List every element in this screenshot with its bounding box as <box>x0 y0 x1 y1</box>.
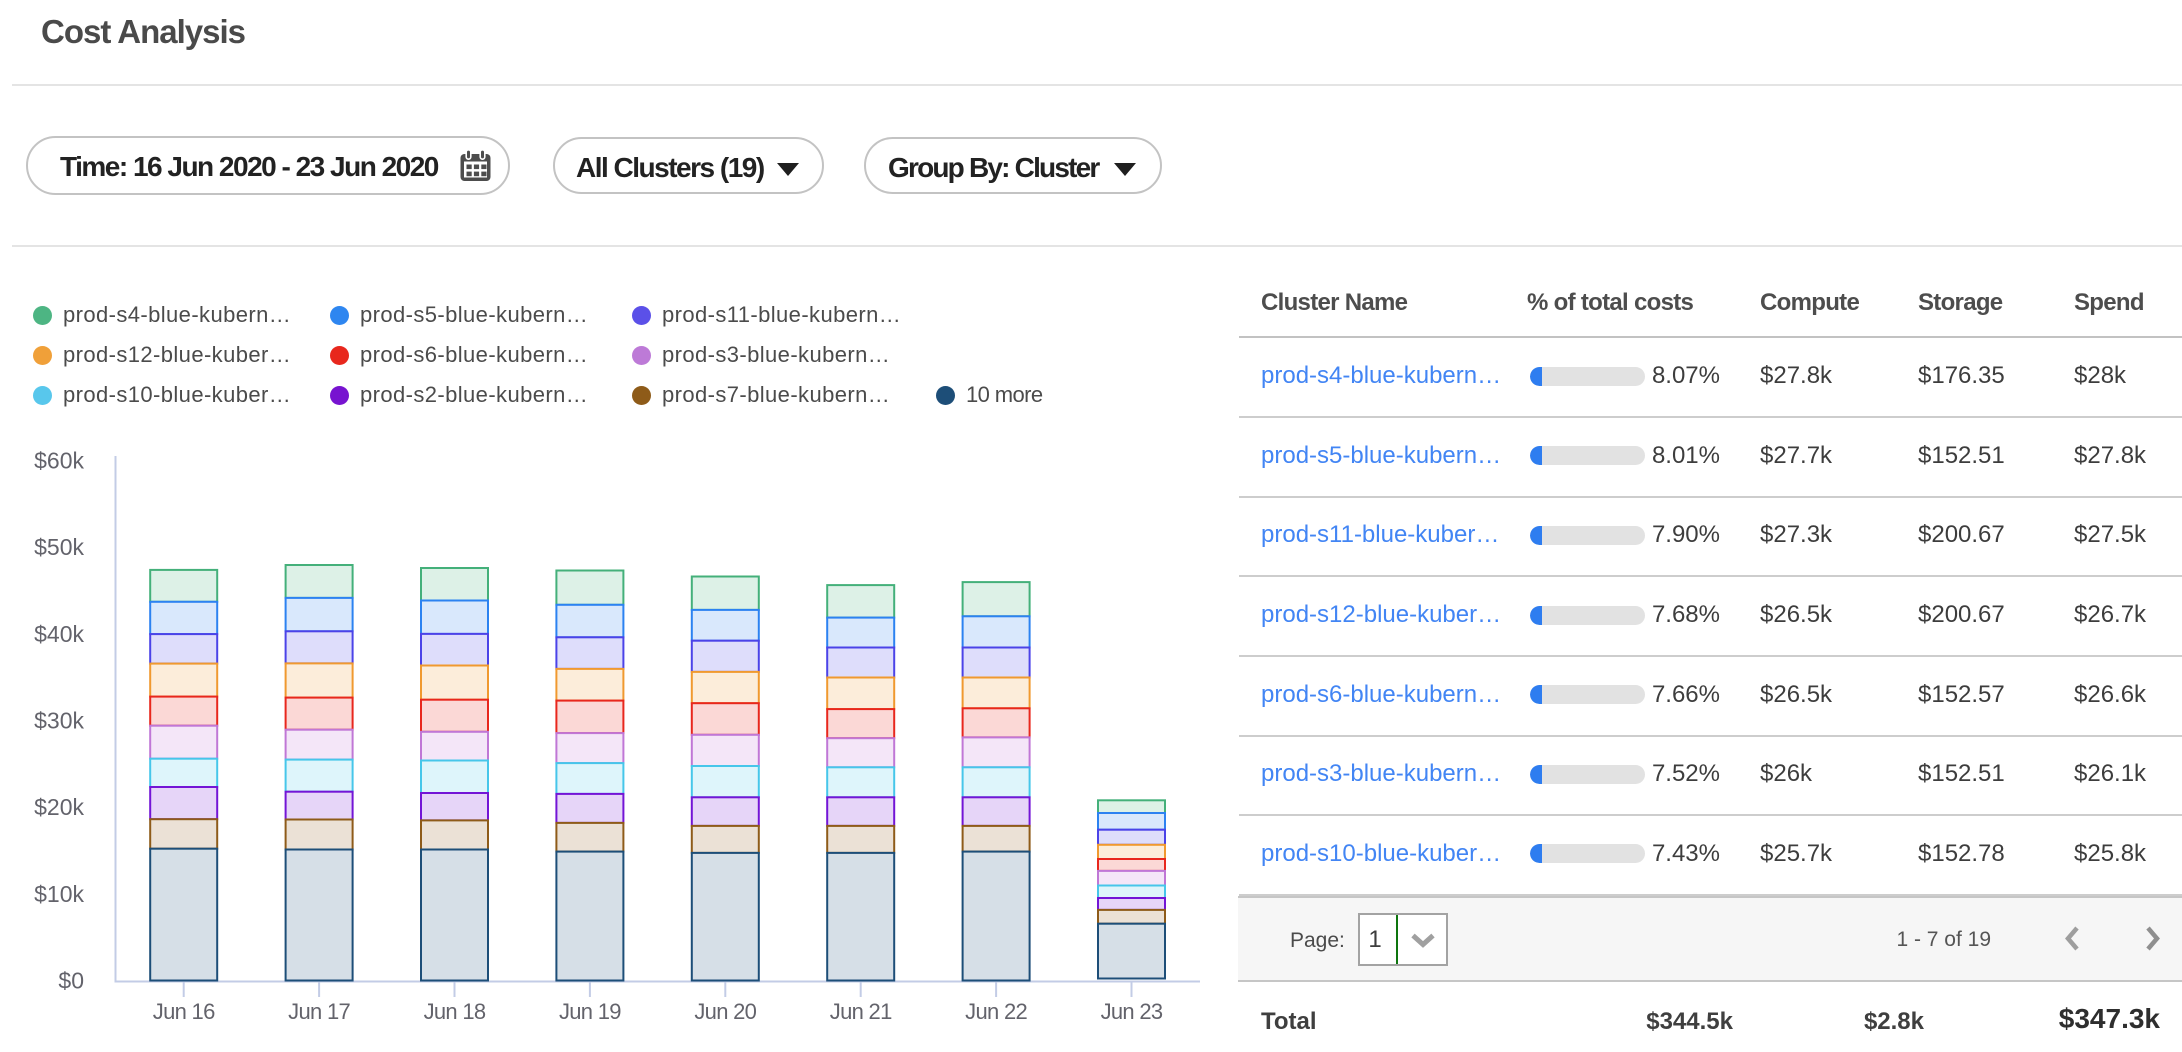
svg-text:$40k: $40k <box>34 621 84 647</box>
svg-text:Jun 23: Jun 23 <box>1101 999 1163 1024</box>
svg-text:Jun 16: Jun 16 <box>153 999 215 1024</box>
svg-text:Jun 18: Jun 18 <box>424 999 486 1024</box>
svg-text:Jun 21: Jun 21 <box>830 999 892 1024</box>
svg-text:$10k: $10k <box>34 881 84 907</box>
svg-text:$20k: $20k <box>34 794 84 820</box>
svg-text:$50k: $50k <box>34 534 84 560</box>
svg-text:$30k: $30k <box>34 708 84 734</box>
svg-text:Jun 22: Jun 22 <box>965 999 1027 1024</box>
svg-text:$0: $0 <box>58 968 84 994</box>
svg-text:Jun 20: Jun 20 <box>694 999 756 1024</box>
svg-text:Jun 19: Jun 19 <box>559 999 621 1024</box>
svg-text:Jun 17: Jun 17 <box>288 999 350 1024</box>
svg-text:$60k: $60k <box>34 448 84 474</box>
